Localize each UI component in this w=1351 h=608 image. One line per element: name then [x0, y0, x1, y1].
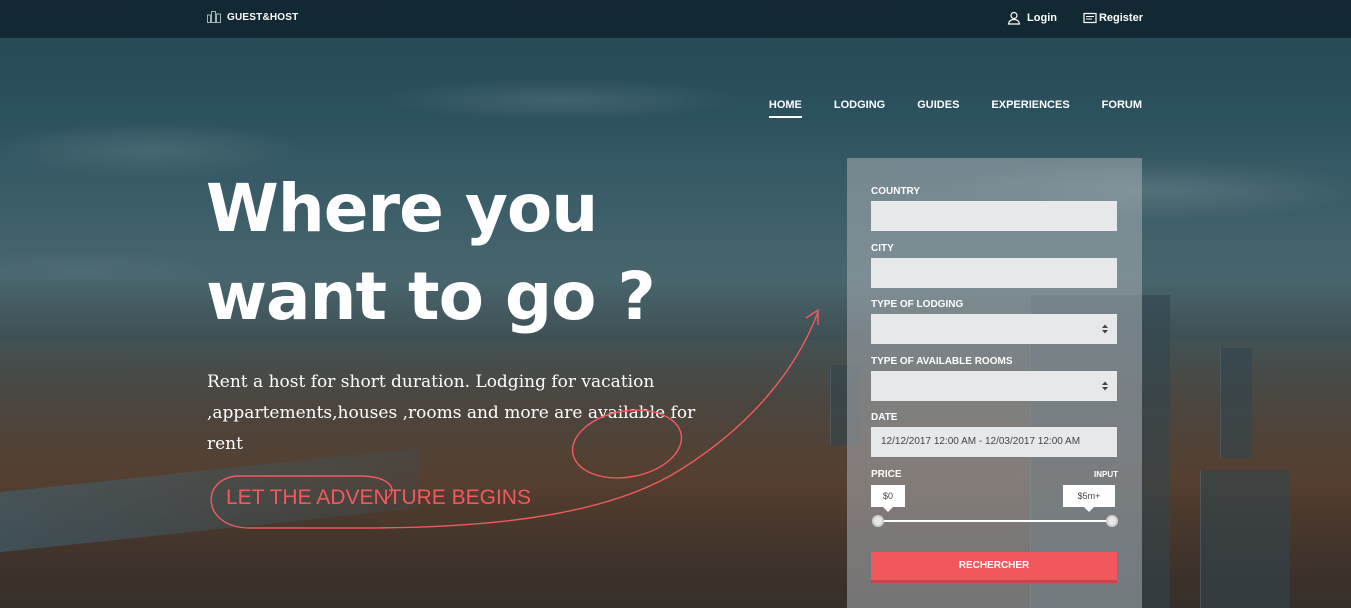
search-panel: COUNTRY CITY TYPE OF LODGING TYPE OF AVA…	[847, 158, 1142, 608]
price-slider-track[interactable]	[877, 520, 1113, 522]
cta-label: LET THE ADVENTURE BEGINS	[226, 486, 531, 509]
select-arrows-icon	[1102, 381, 1108, 391]
nav-forum[interactable]: FORUM	[1102, 99, 1142, 118]
hero-subtitle-line1: Rent a host for short duration. Lodging …	[207, 372, 655, 392]
brand-name: GUEST&HOST	[227, 11, 299, 23]
register-link[interactable]: Register	[1083, 11, 1143, 25]
city-input[interactable]	[871, 258, 1117, 288]
lodging-type-label: TYPE OF LODGING	[871, 299, 964, 310]
select-arrows-icon	[1102, 324, 1108, 334]
price-slider-min-handle[interactable]	[872, 515, 884, 527]
country-label: COUNTRY	[871, 186, 921, 197]
nav-home[interactable]: HOME	[768, 99, 802, 118]
lodging-type-select[interactable]	[871, 314, 1117, 344]
building-icon	[207, 11, 221, 23]
user-icon	[1007, 11, 1021, 25]
price-max-box: $5m+	[1063, 485, 1115, 512]
hero-title-line1: Where you	[206, 170, 598, 247]
hero-title-line2: want to go ?	[206, 258, 656, 335]
register-label: Register	[1098, 12, 1143, 24]
nav-guides[interactable]: GUIDES	[917, 99, 959, 118]
date-range-input[interactable]: 12/12/2017 12:00 AM - 12/03/2017 12:00 A…	[871, 427, 1117, 457]
cta-button[interactable]: LET THE ADVENTURE BEGINS	[208, 472, 548, 528]
city-label: CITY	[871, 243, 894, 254]
price-slider-max-handle[interactable]	[1106, 515, 1118, 527]
country-input[interactable]	[871, 201, 1117, 231]
top-bar: GUEST&HOST Login Register	[0, 0, 1351, 38]
auth-links: Login Register	[1007, 11, 1143, 25]
form-icon	[1083, 12, 1097, 24]
date-range-value: 12/12/2017 12:00 AM - 12/03/2017 12:00 A…	[881, 436, 1081, 447]
login-label: Login	[1027, 12, 1057, 24]
brand-logo[interactable]: GUEST&HOST	[207, 11, 298, 23]
nav-experiences[interactable]: EXPERIENCES	[991, 99, 1069, 118]
search-button[interactable]: RECHERCHER	[871, 552, 1117, 583]
login-link[interactable]: Login	[1007, 11, 1057, 25]
date-label: DATE	[871, 412, 898, 423]
hero-subtitle-line2: ,appartements,houses ,rooms and more are…	[207, 403, 696, 454]
input-label: INPUT	[1094, 470, 1118, 479]
rooms-type-label: TYPE OF AVAILABLE ROOMS	[871, 356, 1013, 367]
price-label: PRICE	[871, 469, 902, 480]
rooms-type-select[interactable]	[871, 371, 1117, 401]
nav-lodging[interactable]: LODGING	[834, 99, 885, 118]
hero-subtitle: Rent a host for short duration. Lodging …	[207, 367, 727, 460]
main-nav: HOME LODGING GUIDES EXPERIENCES FORUM	[768, 99, 1142, 118]
price-min-box: $0	[871, 485, 905, 512]
hero-title: Where you want to go ?	[206, 165, 726, 341]
